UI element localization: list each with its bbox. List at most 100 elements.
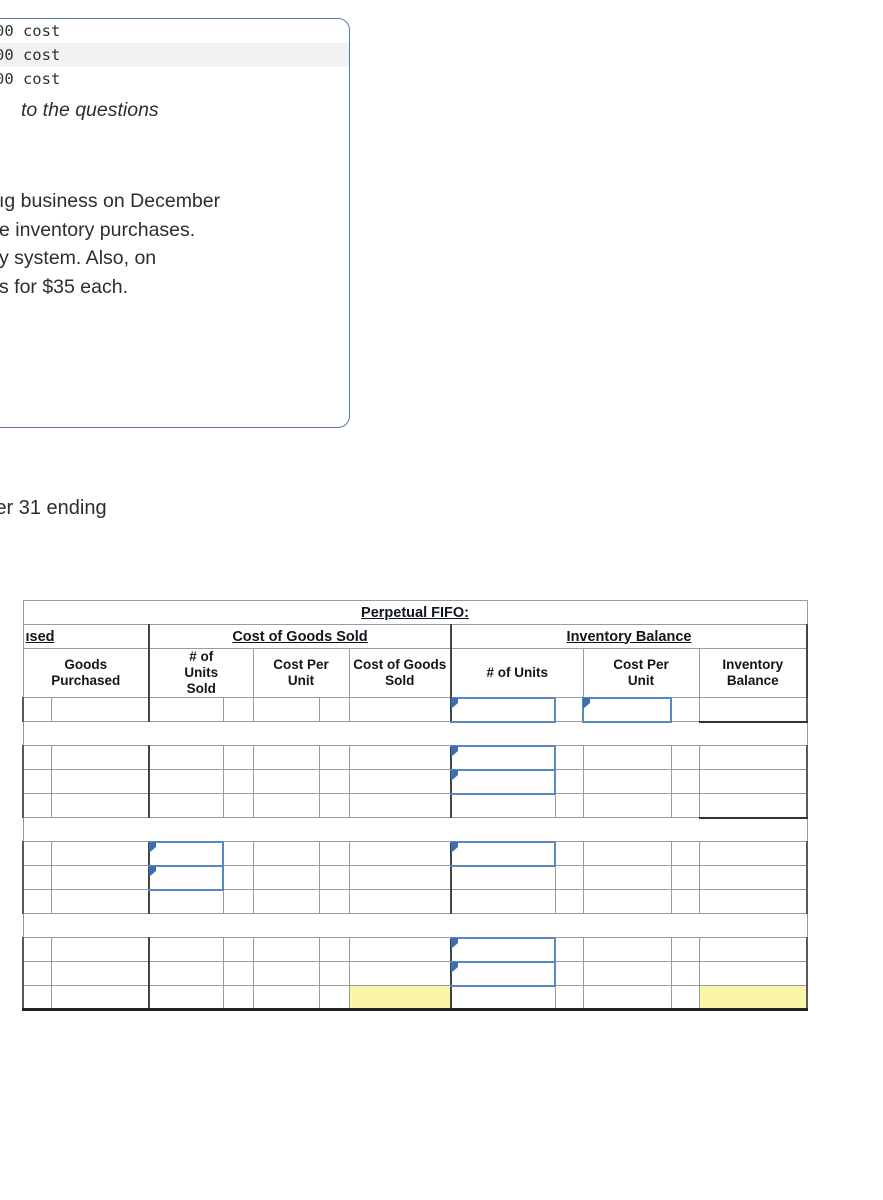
cell-goods-purchased[interactable] — [50, 793, 150, 818]
cell-date[interactable] — [22, 745, 52, 770]
cell-inv-units-pad[interactable] — [554, 745, 584, 770]
cell-cogs-cost-pad[interactable] — [318, 889, 350, 914]
cell-inv-units[interactable] — [450, 985, 556, 1011]
cell-inventory-balance[interactable] — [698, 937, 809, 962]
cell-inv-units[interactable] — [450, 793, 556, 818]
cell-cogs-cost-pad[interactable] — [318, 697, 350, 722]
cell-inv-cost-pad[interactable] — [670, 889, 700, 914]
cell-goods-purchased[interactable] — [50, 841, 150, 866]
cell-inv-units-pad[interactable] — [554, 889, 584, 914]
cell-cogs-total[interactable] — [348, 889, 452, 914]
cell-cogs-cost-pad[interactable] — [318, 985, 350, 1011]
cell-date[interactable] — [22, 769, 52, 794]
cell-cogs-total[interactable] — [348, 841, 452, 866]
cell-cogs-cost-per-unit[interactable] — [252, 769, 320, 794]
cell-inv-cost-per-unit[interactable] — [582, 865, 672, 890]
cell-inv-units-pad[interactable] — [554, 961, 584, 986]
cell-inv-cost-per-unit[interactable] — [582, 961, 672, 986]
total-inventory-balance[interactable] — [698, 985, 809, 1011]
cell-cogs-total[interactable] — [348, 937, 452, 962]
cell-goods-purchased[interactable] — [50, 937, 150, 962]
cell-inv-units[interactable] — [450, 865, 556, 890]
cell-goods-purchased[interactable] — [50, 889, 150, 914]
cell-cogs-cost-per-unit[interactable] — [252, 793, 320, 818]
cell-inv-units-pad[interactable] — [554, 769, 584, 794]
cell-cogs-cost-pad[interactable] — [318, 937, 350, 962]
cell-cogs-cost-per-unit[interactable] — [252, 937, 320, 962]
cell-units-sold[interactable] — [148, 697, 224, 722]
input-inventory-units[interactable] — [450, 936, 556, 963]
cell-inventory-balance[interactable] — [698, 889, 809, 914]
cell-inv-cost-pad[interactable] — [670, 697, 700, 722]
cell-goods-purchased[interactable] — [50, 985, 150, 1011]
input-inventory-units[interactable] — [450, 840, 556, 867]
cell-units-sold[interactable] — [148, 985, 224, 1011]
cell-inventory-balance[interactable] — [698, 793, 809, 819]
cell-units-sold-pad[interactable] — [222, 769, 254, 794]
cell-goods-purchased[interactable] — [50, 865, 150, 890]
cell-cogs-cost-per-unit[interactable] — [252, 745, 320, 770]
cell-units-sold[interactable] — [148, 961, 224, 986]
cell-cogs-cost-per-unit[interactable] — [252, 697, 320, 722]
cell-cogs-total[interactable] — [348, 865, 452, 890]
cell-units-sold-pad[interactable] — [222, 961, 254, 986]
cell-cogs-cost-pad[interactable] — [318, 793, 350, 818]
cell-date[interactable] — [22, 985, 52, 1011]
cell-inv-cost-per-unit[interactable] — [582, 841, 672, 866]
cell-inventory-balance[interactable] — [698, 745, 809, 770]
cell-cogs-cost-pad[interactable] — [318, 961, 350, 986]
cell-units-sold-pad[interactable] — [222, 865, 254, 890]
cell-cogs-cost-per-unit[interactable] — [252, 985, 320, 1011]
cell-date[interactable] — [22, 793, 52, 818]
cell-units-sold-pad[interactable] — [222, 745, 254, 770]
cell-inv-cost-per-unit[interactable] — [582, 937, 672, 962]
cell-inv-units-pad[interactable] — [554, 985, 584, 1011]
cell-units-sold[interactable] — [148, 745, 224, 770]
cell-inv-cost-pad[interactable] — [670, 961, 700, 986]
cell-inv-cost-per-unit[interactable] — [582, 985, 672, 1011]
cell-cogs-total[interactable] — [348, 697, 452, 722]
input-inventory-units[interactable] — [450, 696, 556, 723]
cell-inv-cost-pad[interactable] — [670, 937, 700, 962]
cell-cogs-cost-pad[interactable] — [318, 745, 350, 770]
cell-cogs-cost-pad[interactable] — [318, 769, 350, 794]
cell-cogs-cost-per-unit[interactable] — [252, 889, 320, 914]
cell-units-sold-pad[interactable] — [222, 937, 254, 962]
input-inventory-units[interactable] — [450, 768, 556, 795]
cell-cogs-cost-pad[interactable] — [318, 865, 350, 890]
input-units-sold[interactable] — [148, 840, 224, 867]
cell-units-sold-pad[interactable] — [222, 697, 254, 722]
cell-date[interactable] — [22, 961, 52, 986]
cell-inv-units-pad[interactable] — [554, 793, 584, 818]
cell-goods-purchased[interactable] — [50, 697, 150, 722]
cell-cogs-cost-pad[interactable] — [318, 841, 350, 866]
cell-inv-cost-pad[interactable] — [670, 841, 700, 866]
input-inventory-units[interactable] — [450, 960, 556, 987]
cell-units-sold[interactable] — [148, 793, 224, 818]
cell-units-sold[interactable] — [148, 937, 224, 962]
cell-inv-units-pad[interactable] — [554, 697, 584, 722]
cell-date[interactable] — [22, 841, 52, 866]
cell-cogs-total[interactable] — [348, 745, 452, 770]
input-units-sold[interactable] — [148, 864, 224, 891]
cell-inventory-balance[interactable] — [698, 865, 809, 890]
cell-cogs-cost-per-unit[interactable] — [252, 961, 320, 986]
total-cost-of-goods-sold[interactable] — [348, 985, 452, 1011]
cell-units-sold-pad[interactable] — [222, 793, 254, 818]
cell-inv-cost-pad[interactable] — [670, 745, 700, 770]
cell-inv-units-pad[interactable] — [554, 937, 584, 962]
cell-date[interactable] — [22, 697, 52, 722]
cell-units-sold-pad[interactable] — [222, 841, 254, 866]
cell-date[interactable] — [22, 889, 52, 914]
cell-inv-cost-per-unit[interactable] — [582, 745, 672, 770]
cell-inv-units-pad[interactable] — [554, 841, 584, 866]
cell-inventory-balance[interactable] — [698, 841, 809, 866]
cell-cogs-total[interactable] — [348, 961, 452, 986]
cell-inv-cost-pad[interactable] — [670, 793, 700, 818]
input-inventory-units[interactable] — [450, 744, 556, 771]
cell-units-sold-pad[interactable] — [222, 889, 254, 914]
cell-cogs-total[interactable] — [348, 793, 452, 818]
cell-cogs-total[interactable] — [348, 769, 452, 794]
cell-inv-cost-pad[interactable] — [670, 769, 700, 794]
cell-cogs-cost-per-unit[interactable] — [252, 841, 320, 866]
